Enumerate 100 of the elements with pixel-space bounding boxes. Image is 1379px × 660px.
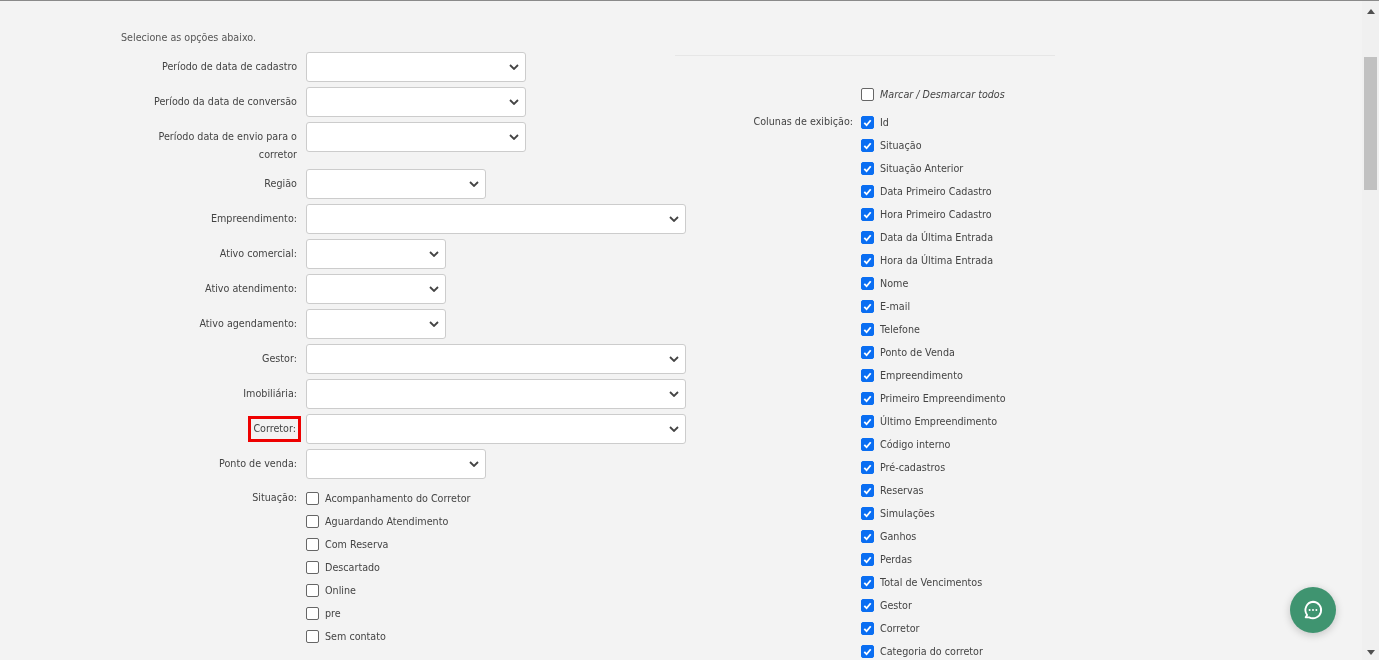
scroll-up-icon[interactable] bbox=[1366, 9, 1375, 14]
checkbox[interactable] bbox=[861, 253, 874, 267]
field-label: Período da data de conversão bbox=[153, 95, 297, 109]
checkbox[interactable] bbox=[861, 460, 874, 474]
chat-bubble-icon bbox=[1302, 599, 1324, 621]
checkbox-label: Simulações bbox=[880, 507, 935, 519]
field-label: Ativo comercial: bbox=[219, 247, 297, 261]
chevron-down-icon bbox=[509, 134, 519, 140]
chevron-down-icon bbox=[669, 356, 679, 362]
checkbox-label: Corretor bbox=[880, 622, 920, 634]
field-label: Situação: bbox=[252, 491, 297, 505]
checkbox-label: Hora Primeiro Cadastro bbox=[880, 208, 992, 220]
chevron-down-icon bbox=[509, 64, 519, 70]
scrollbar-thumb[interactable] bbox=[1364, 57, 1377, 190]
chevron-down-icon bbox=[429, 286, 439, 292]
chevron-down-icon bbox=[469, 181, 479, 187]
checkbox-label: Nome bbox=[880, 277, 909, 289]
checkbox[interactable] bbox=[861, 345, 874, 359]
chevron-down-icon bbox=[469, 461, 479, 467]
checkbox[interactable] bbox=[861, 230, 874, 244]
field-label: Empreendimento: bbox=[210, 212, 297, 226]
checkbox-label: Primeiro Empreendimento bbox=[880, 392, 1006, 404]
checkbox-label: Gestor bbox=[880, 599, 912, 611]
checkbox-label: Hora da Última Entrada bbox=[880, 254, 994, 266]
field-label: Período data de envio para o corretor bbox=[157, 130, 297, 162]
checkbox[interactable] bbox=[861, 529, 874, 543]
dropdown-field[interactable] bbox=[306, 274, 446, 304]
checkbox[interactable] bbox=[861, 414, 874, 428]
checkbox-label: Pré-cadastros bbox=[880, 461, 946, 473]
checkbox-label: Data Primeiro Cadastro bbox=[880, 185, 992, 197]
dropdown-field[interactable] bbox=[306, 239, 446, 269]
checkbox-label: Reservas bbox=[880, 484, 924, 496]
dropdown-field[interactable] bbox=[306, 414, 686, 444]
checkbox[interactable] bbox=[861, 138, 874, 152]
dropdown-field[interactable] bbox=[306, 344, 686, 374]
dropdown-field[interactable] bbox=[306, 87, 526, 117]
checkbox[interactable] bbox=[861, 115, 874, 129]
checkbox-label: Online bbox=[325, 584, 356, 596]
checkbox[interactable] bbox=[861, 207, 874, 221]
checkbox-label: Marcar / Desmarcar todos bbox=[880, 88, 1005, 100]
dropdown-field[interactable] bbox=[306, 52, 526, 82]
checkbox-label: Situação Anterior bbox=[880, 162, 964, 174]
scroll-down-icon[interactable] bbox=[1366, 650, 1375, 655]
checkbox[interactable] bbox=[861, 161, 874, 175]
chevron-down-icon bbox=[429, 321, 439, 327]
checkbox-label: Ponto de Venda bbox=[880, 346, 955, 358]
checkbox-label: Ganhos bbox=[880, 530, 917, 542]
checkbox-label: Empreendimento bbox=[880, 369, 963, 381]
field-label: Gestor: bbox=[262, 352, 297, 366]
checkbox[interactable] bbox=[306, 583, 319, 597]
checkbox[interactable] bbox=[861, 276, 874, 290]
chat-button[interactable] bbox=[1290, 587, 1336, 633]
field-label: Imobiliária: bbox=[243, 387, 297, 401]
checkbox[interactable] bbox=[861, 391, 874, 405]
checkbox[interactable] bbox=[861, 552, 874, 566]
checkbox-label: Código interno bbox=[880, 438, 951, 450]
chevron-down-icon bbox=[669, 426, 679, 432]
dropdown-field[interactable] bbox=[306, 379, 686, 409]
checkbox-label: E-mail bbox=[880, 300, 911, 312]
checkbox[interactable] bbox=[861, 644, 874, 658]
checkbox-label: Telefone bbox=[880, 323, 920, 335]
checkbox[interactable] bbox=[861, 621, 874, 635]
field-label: Período de data de cadastro bbox=[161, 60, 297, 74]
checkbox[interactable] bbox=[306, 537, 319, 551]
field-label: Ativo agendamento: bbox=[199, 317, 297, 331]
field-label: Ativo atendimento: bbox=[205, 282, 297, 296]
dropdown-field[interactable] bbox=[306, 122, 526, 152]
checkbox[interactable] bbox=[861, 437, 874, 451]
checkbox[interactable] bbox=[861, 483, 874, 497]
dropdown-field[interactable] bbox=[306, 204, 686, 234]
chevron-down-icon bbox=[429, 251, 439, 257]
checkbox[interactable] bbox=[306, 629, 319, 643]
checkbox-label: Acompanhamento do Corretor bbox=[325, 492, 471, 504]
checkbox-label: Aguardando Atendimento bbox=[325, 515, 449, 527]
checkbox-label: Último Empreendimento bbox=[880, 415, 998, 427]
chevron-down-icon bbox=[669, 216, 679, 222]
checkbox-label: Sem contato bbox=[325, 630, 386, 642]
chevron-down-icon bbox=[669, 391, 679, 397]
instruction-text: Selecione as opções abaixo. bbox=[121, 32, 258, 43]
chevron-down-icon bbox=[509, 99, 519, 105]
checkbox-label: Descartado bbox=[325, 561, 380, 573]
dropdown-field[interactable] bbox=[306, 449, 486, 479]
checkbox[interactable] bbox=[861, 87, 874, 101]
checkbox[interactable] bbox=[861, 322, 874, 336]
checkbox-label: Situação bbox=[880, 139, 922, 151]
checkbox[interactable] bbox=[306, 560, 319, 574]
checkbox[interactable] bbox=[861, 368, 874, 382]
checkbox[interactable] bbox=[861, 299, 874, 313]
checkbox[interactable] bbox=[861, 506, 874, 520]
checkbox[interactable] bbox=[861, 575, 874, 589]
field-label: Colunas de exibição: bbox=[753, 115, 853, 129]
checkbox[interactable] bbox=[306, 514, 319, 528]
checkbox[interactable] bbox=[306, 606, 319, 620]
checkbox[interactable] bbox=[861, 598, 874, 612]
checkbox-label: Data da Última Entrada bbox=[880, 231, 994, 243]
checkbox[interactable] bbox=[306, 491, 319, 505]
checkbox-label: pre bbox=[325, 607, 341, 619]
dropdown-field[interactable] bbox=[306, 309, 446, 339]
checkbox[interactable] bbox=[861, 184, 874, 198]
dropdown-field[interactable] bbox=[306, 169, 486, 199]
